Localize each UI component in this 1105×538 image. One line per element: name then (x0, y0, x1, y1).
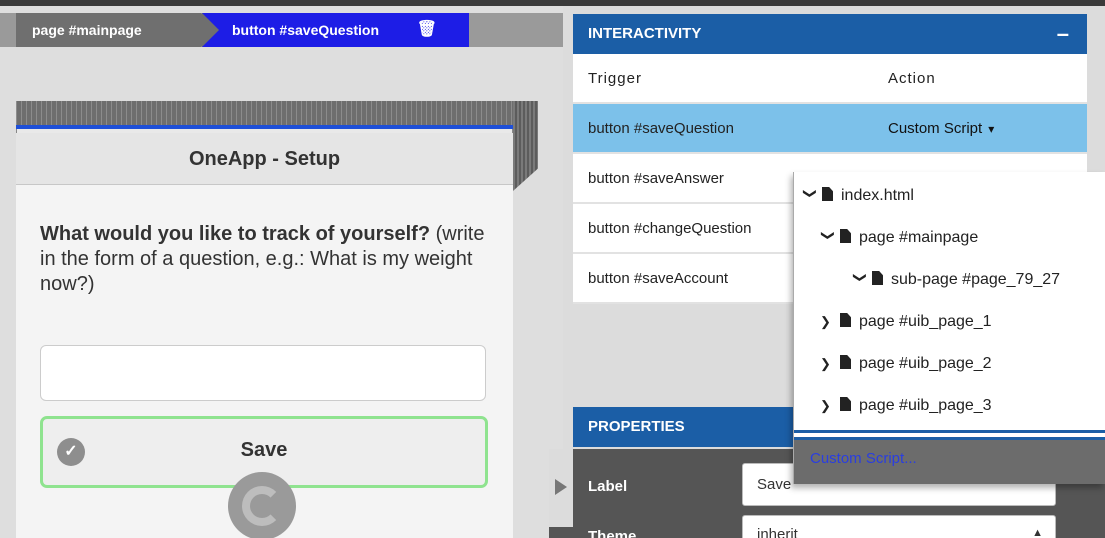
file-icon (840, 355, 851, 369)
dropdown-item-uib-page-2[interactable]: ❯ page #uib_page_2 (820, 344, 992, 384)
save-button-label: Save (240, 439, 288, 461)
breadcrumb-element-label: button #saveQuestion (232, 22, 380, 38)
action-column-header: Action (888, 70, 936, 87)
question-input[interactable] (40, 345, 486, 401)
dropdown-item-subpage[interactable]: ❯ sub-page #page_79_27 (852, 260, 1060, 300)
trigger-cell: button #saveQuestion (588, 120, 734, 137)
collapse-icon[interactable]: – (1057, 14, 1069, 54)
table-row[interactable]: button #saveQuestion Custom Script ▾ (573, 104, 1087, 154)
dropdown-item-uib-page-1[interactable]: ❯ page #uib_page_1 (820, 302, 992, 342)
trigger-cell: button #saveAccount (588, 270, 729, 287)
horizontal-ruler (16, 101, 513, 129)
trigger-cell: button #saveAnswer (588, 170, 724, 187)
action-dropdown-menu: ❯ index.html ❯ page #mainpage ❯ sub-page #p… (793, 172, 1105, 484)
action-cell: Custom Script (888, 120, 983, 137)
dropdown-item-mainpage[interactable]: ❯ page #mainpage (820, 218, 978, 258)
table-header: Trigger Action (573, 54, 1087, 104)
dropdown-item-label: sub-page #page_79_27 (891, 271, 1061, 288)
question-bold: What would you like to track of yourself… (40, 223, 431, 245)
file-icon (872, 271, 883, 285)
dropdown-item-label: page #mainpage (859, 229, 979, 246)
dropdown-item-uib-page-3[interactable]: ❯ page #uib_page_3 (820, 386, 992, 426)
properties-title: PROPERTIES (588, 418, 685, 435)
breadcrumb-page[interactable]: page #mainpage (16, 13, 218, 47)
chevron-right-icon: ❯ (820, 398, 831, 413)
file-icon (840, 313, 851, 327)
interactivity-title: INTERACTIVITY (588, 25, 702, 42)
panel-toggle-icon[interactable] (549, 449, 573, 527)
custom-script-link[interactable]: Custom Script... (810, 450, 917, 467)
interactivity-header[interactable]: INTERACTIVITY – (573, 14, 1087, 54)
breadcrumb-page-label: page #mainpage (32, 22, 142, 38)
question-text: What would you like to track of yourself… (40, 222, 500, 297)
chevron-right-icon: ❯ (820, 314, 831, 329)
trigger-cell: button #changeQuestion (588, 220, 752, 237)
dropdown-item-label: index.html (841, 187, 914, 204)
dropdown-item-index[interactable]: ❯ index.html (802, 176, 914, 216)
dropdown-item-label: page #uib_page_3 (859, 397, 992, 414)
breadcrumb-element[interactable]: button #saveQuestion 🗑 (202, 13, 469, 47)
dropdown-item-label: page #uib_page_2 (859, 355, 992, 372)
theme-value: inherit (757, 526, 798, 538)
theme-property-select[interactable]: inherit ▲ (742, 515, 1056, 538)
dropdown-footer: Custom Script... (794, 440, 1105, 484)
caret-up-icon: ▲ (1032, 527, 1043, 538)
caret-down-icon: ▾ (988, 122, 995, 136)
trash-icon[interactable]: 🗑 (417, 13, 437, 47)
loading-spinner-icon (228, 472, 296, 538)
app-title: OneApp - Setup (16, 133, 513, 185)
dropdown-item-label: page #uib_page_1 (859, 313, 992, 330)
file-icon (822, 187, 833, 201)
chevron-right-icon: ❯ (820, 356, 831, 371)
file-icon (840, 229, 851, 243)
label-property-label: Label (588, 478, 628, 495)
dropdown-divider (794, 430, 1105, 440)
file-icon (840, 397, 851, 411)
theme-property-label: Theme (588, 528, 637, 538)
trigger-column-header: Trigger (588, 70, 642, 87)
action-select[interactable]: Custom Script ▾ (888, 104, 994, 154)
